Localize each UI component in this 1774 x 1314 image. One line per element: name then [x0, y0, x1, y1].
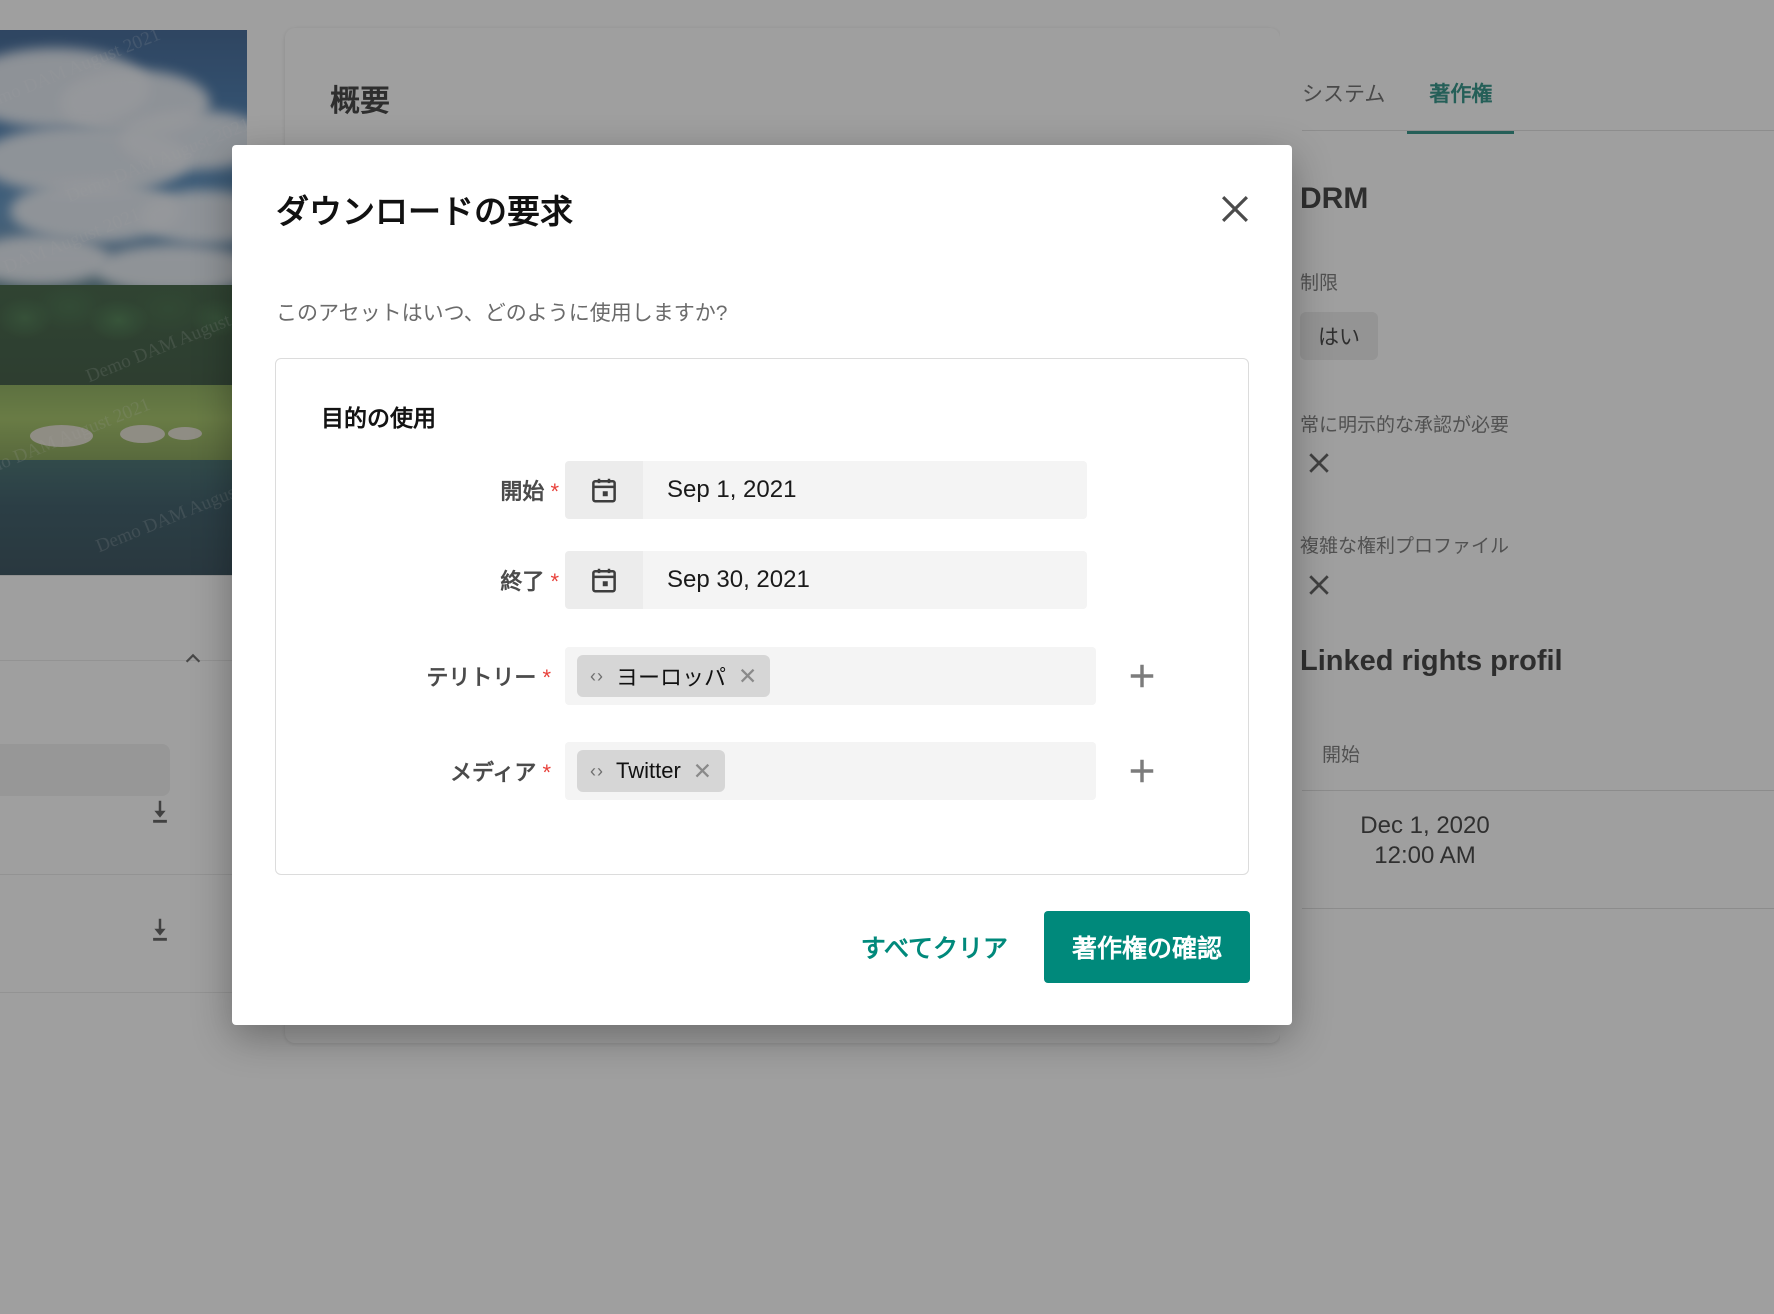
territory-label-text: テリトリー	[426, 665, 537, 690]
start-date-calendar-button[interactable]	[565, 461, 643, 519]
start-date-label-text: 開始	[500, 479, 545, 504]
field-row-start: 開始 * Sep 1, 2021	[276, 461, 1248, 519]
end-date-input[interactable]: Sep 30, 2021	[643, 551, 1087, 609]
start-date-label: 開始 *	[276, 474, 559, 506]
start-date-input[interactable]: Sep 1, 2021	[643, 461, 1087, 519]
field-row-media: メディア * ‹› Twitter ✕	[276, 742, 1248, 800]
code-icon: ‹›	[590, 760, 604, 781]
download-request-dialog: ダウンロードの要求 このアセットはいつ、どのように使用しますか? 目的の使用 開…	[232, 145, 1292, 1025]
confirm-rights-button[interactable]: 著作権の確認	[1043, 911, 1250, 983]
media-tag[interactable]: ‹› Twitter ✕	[577, 750, 726, 792]
start-date-control[interactable]: Sep 1, 2021	[565, 461, 1087, 519]
end-date-label: 終了 *	[276, 564, 559, 596]
close-icon[interactable]	[1216, 190, 1254, 228]
required-marker: *	[550, 479, 559, 504]
field-row-end: 終了 * Sep 30, 2021	[276, 551, 1248, 609]
plus-icon[interactable]	[1124, 658, 1160, 694]
calendar-icon	[592, 568, 616, 593]
territory-label: テリトリー *	[276, 660, 551, 692]
required-marker: *	[542, 665, 551, 690]
field-row-territory: テリトリー * ‹› ヨーロッパ ✕	[276, 647, 1248, 705]
dialog-actions: すべてクリア 著作権の確認	[843, 911, 1250, 983]
dialog-title: ダウンロードの要求	[276, 193, 573, 230]
end-date-calendar-button[interactable]	[565, 551, 643, 609]
calendar-icon	[592, 478, 616, 503]
media-tag-label: Twitter	[616, 758, 681, 783]
intended-use-fieldset: 目的の使用 開始 * Sep 1, 2021 終了 * Sep 30, 2021…	[275, 358, 1249, 875]
territory-tag[interactable]: ‹› ヨーロッパ ✕	[577, 655, 771, 697]
remove-tag-icon[interactable]: ✕	[738, 663, 757, 690]
clear-all-button[interactable]: すべてクリア	[843, 915, 1026, 979]
territory-tag-label: ヨーロッパ	[616, 665, 727, 690]
screen-root: Demo DAM August 2021 Demo DAM August 202…	[0, 0, 1774, 1314]
media-label-text: メディア	[449, 760, 537, 785]
remove-tag-icon[interactable]: ✕	[693, 758, 712, 785]
media-input[interactable]: ‹› Twitter ✕	[565, 742, 1096, 800]
dialog-subtitle: このアセットはいつ、どのように使用しますか?	[276, 302, 728, 325]
end-date-control[interactable]: Sep 30, 2021	[565, 551, 1087, 609]
territory-input[interactable]: ‹› ヨーロッパ ✕	[565, 647, 1096, 705]
fieldset-legend: 目的の使用	[321, 405, 436, 431]
media-label: メディア *	[276, 755, 551, 787]
code-icon: ‹›	[590, 665, 604, 686]
end-date-label-text: 終了	[500, 569, 545, 594]
plus-icon[interactable]	[1124, 753, 1160, 789]
required-marker: *	[550, 569, 559, 594]
required-marker: *	[542, 760, 551, 785]
